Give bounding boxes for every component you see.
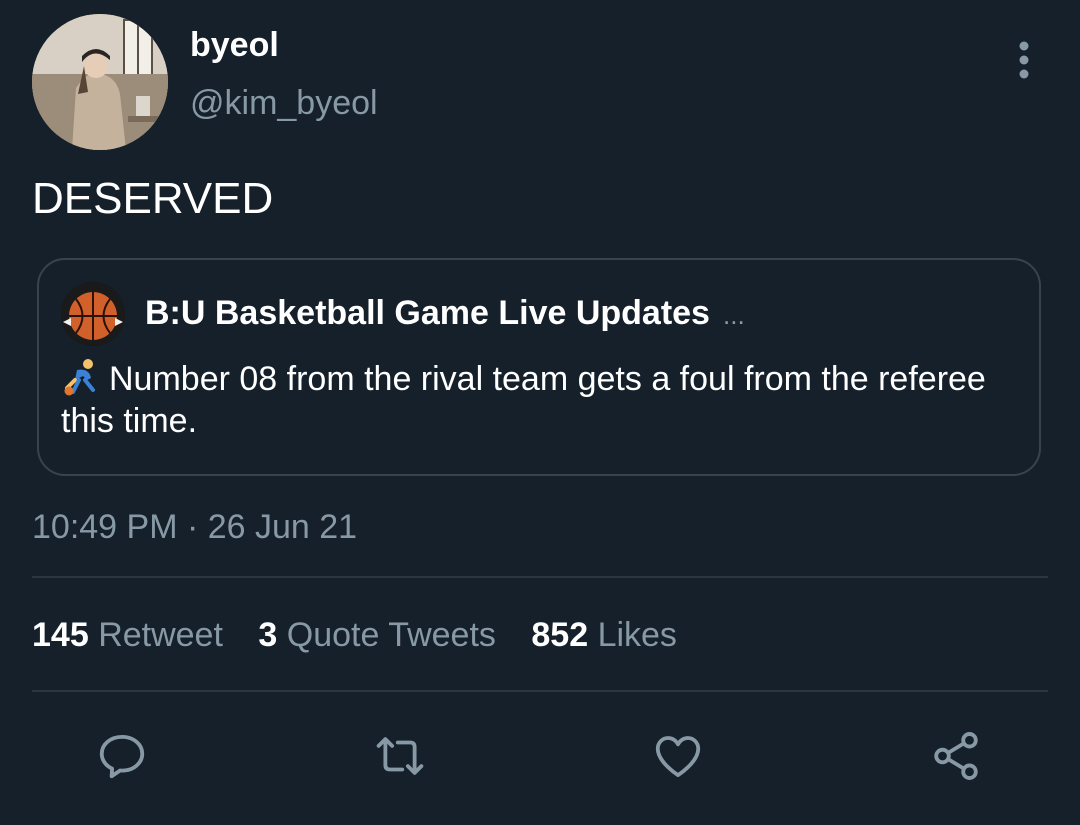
- quoted-author-ellipsis: ...: [723, 300, 745, 330]
- tweet-timestamp[interactable]: 10:49 PM · 26 Jun 21: [32, 508, 357, 547]
- more-vertical-icon: [1019, 41, 1029, 79]
- tweet-stats: 145 Retweet 3 Quote Tweets 852 Likes: [32, 616, 703, 655]
- author-display-name[interactable]: byeol: [190, 26, 279, 65]
- divider: [32, 690, 1048, 692]
- quote-tweets-label: Quote Tweets: [286, 616, 496, 654]
- author-avatar[interactable]: [32, 14, 168, 150]
- retweet-count: 145: [32, 616, 89, 654]
- share-button[interactable]: [926, 726, 986, 786]
- more-options-button[interactable]: [1004, 38, 1044, 82]
- quoted-tweet-body: Number 08 from the rival team gets a fou…: [61, 360, 986, 440]
- basketball-icon: [61, 282, 125, 346]
- quoted-author-avatar: [61, 282, 125, 346]
- author-handle[interactable]: @kim_byeol: [190, 84, 378, 123]
- quoted-author-name: B:U Basketball Game Live Updates: [145, 294, 710, 332]
- share-icon: [934, 732, 978, 780]
- likes-label: Likes: [597, 616, 677, 654]
- author-avatar-photo: [32, 14, 168, 150]
- retweets-stat[interactable]: 145 Retweet: [32, 616, 223, 654]
- reply-button[interactable]: [92, 726, 152, 786]
- quoted-tweet-text: Number 08 from the rival team gets a fou…: [61, 358, 1021, 442]
- retweet-label: Retweet: [98, 616, 223, 654]
- heart-icon: [655, 736, 701, 778]
- likes-stat[interactable]: 852 Likes: [531, 616, 677, 654]
- like-button[interactable]: [648, 726, 708, 786]
- quote-tweets-stat[interactable]: 3 Quote Tweets: [258, 616, 496, 654]
- tweet-text: DESERVED: [32, 174, 274, 223]
- reply-icon: [99, 734, 145, 779]
- retweet-icon: [376, 737, 424, 775]
- quoted-tweet-card[interactable]: B:U Basketball Game Live Updates ... Num…: [37, 258, 1041, 476]
- likes-count: 852: [531, 616, 589, 654]
- divider: [32, 576, 1048, 578]
- quote-tweets-count: 3: [258, 616, 278, 654]
- retweet-button[interactable]: [370, 726, 430, 786]
- person-bouncing-ball-emoji: [64, 359, 95, 396]
